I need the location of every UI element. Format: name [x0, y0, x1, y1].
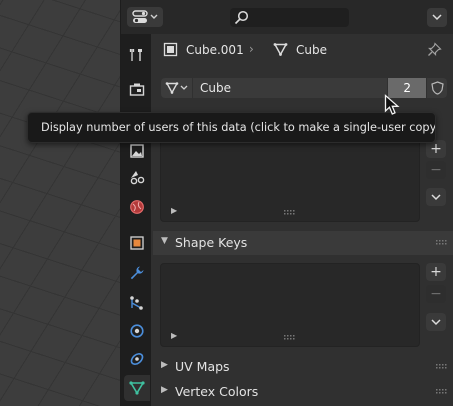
tab-constraints[interactable]: [124, 346, 150, 372]
resize-grip-icon[interactable]: [284, 210, 296, 215]
resize-grip-icon[interactable]: [284, 335, 296, 340]
mesh-name-field[interactable]: Cube: [193, 78, 387, 98]
drag-grip-icon[interactable]: [436, 240, 448, 245]
collapse-arrow-icon: ▼: [161, 236, 168, 246]
uv-maps-title: UV Maps: [175, 359, 230, 374]
pin-icon[interactable]: [427, 42, 442, 57]
shield-icon: [430, 81, 444, 95]
editor-type-button[interactable]: [127, 7, 163, 27]
wrench-icon: [130, 266, 144, 280]
properties-editor-icon: [132, 10, 148, 23]
editor-header: [121, 0, 453, 34]
breadcrumb-object: Cube.001: [163, 42, 244, 57]
shape-keys-title: Shape Keys: [175, 235, 248, 250]
breadcrumb-mesh: Cube: [273, 42, 327, 57]
chevron-down-icon: [432, 14, 442, 21]
vertex-colors-panel-header[interactable]: ▶ Vertex Colors: [153, 380, 453, 404]
search-input[interactable]: [230, 8, 349, 27]
tool-icon: [129, 49, 142, 61]
physics-icon: [130, 324, 144, 338]
shape-keys-list[interactable]: ▶: [160, 263, 420, 347]
mesh-datablock-selector: Cube 2: [161, 78, 447, 98]
shape-key-specials-button[interactable]: [426, 313, 446, 331]
particles-icon: [130, 296, 143, 310]
user-count-tooltip: Display number of users of this data (cl…: [27, 112, 436, 143]
chevron-down-icon: [180, 85, 188, 90]
vertex-groups-list[interactable]: ▶: [160, 138, 420, 222]
remove-vertex-group-button[interactable]: −: [426, 161, 446, 179]
browse-mesh-button[interactable]: [161, 78, 192, 98]
uv-maps-panel-header[interactable]: ▶ UV Maps: [153, 355, 453, 379]
chevron-down-icon: [150, 14, 158, 19]
shape-keys-panel-header[interactable]: ▼ Shape Keys: [153, 231, 453, 255]
header-menu-button[interactable]: [427, 8, 447, 27]
chevron-down-icon: [431, 318, 441, 325]
tab-world[interactable]: [124, 194, 150, 220]
breadcrumb-mesh-label: Cube: [296, 42, 327, 57]
object-icon: [130, 236, 144, 250]
expand-list-icon[interactable]: ▶: [171, 331, 177, 340]
drag-grip-icon[interactable]: [436, 364, 448, 369]
chevron-down-icon: [431, 193, 441, 200]
tab-data[interactable]: [124, 375, 150, 401]
expand-list-icon[interactable]: ▶: [171, 206, 177, 215]
tab-render[interactable]: [124, 77, 150, 103]
vertex-colors-title: Vertex Colors: [175, 384, 259, 399]
scene-icon: [130, 171, 145, 185]
tab-modifiers[interactable]: [124, 260, 150, 286]
breadcrumb: Cube.001 › Cube: [153, 34, 453, 66]
remove-shape-key-button[interactable]: −: [426, 285, 446, 303]
properties-tab-strip: [121, 34, 151, 406]
object-icon: [163, 42, 178, 57]
tab-tool[interactable]: [124, 42, 150, 68]
properties-editor: Cube.001 › Cube Cube 2 ▶ + − ▼ Shape Key…: [120, 0, 453, 406]
tab-particles[interactable]: [124, 290, 150, 316]
tab-scene[interactable]: [124, 164, 150, 190]
add-shape-key-button[interactable]: +: [426, 263, 446, 281]
breadcrumb-separator: ›: [249, 42, 254, 56]
mouse-cursor-icon: [384, 94, 400, 115]
view-layer-icon: [130, 144, 144, 158]
breadcrumb-object-label: Cube.001: [186, 42, 244, 57]
properties-content: Cube.001 › Cube Cube 2 ▶ + − ▼ Shape Key…: [153, 34, 453, 406]
world-icon: [130, 200, 144, 214]
tab-physics[interactable]: [124, 318, 150, 344]
mesh-data-icon: [129, 381, 145, 395]
drag-grip-icon[interactable]: [436, 389, 448, 394]
vertex-group-specials-button[interactable]: [426, 188, 446, 206]
expand-arrow-icon: ▶: [161, 385, 168, 395]
constraints-icon: [130, 353, 144, 365]
3d-viewport[interactable]: [0, 0, 120, 406]
mesh-data-icon: [165, 82, 179, 94]
expand-arrow-icon: ▶: [161, 360, 168, 370]
search-icon: [234, 10, 249, 25]
render-icon: [129, 83, 145, 96]
tab-object[interactable]: [124, 230, 150, 256]
mesh-data-icon: [273, 43, 288, 57]
fake-user-button[interactable]: [427, 78, 447, 98]
